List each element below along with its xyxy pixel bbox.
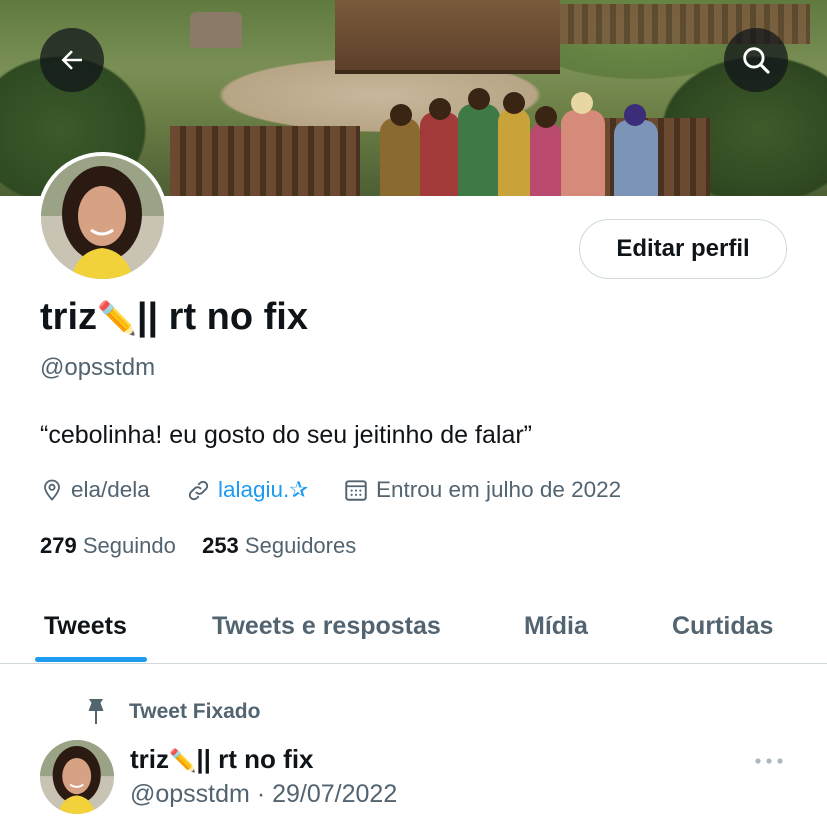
- tab-tweets-and-replies[interactable]: Tweets e respostas: [212, 590, 441, 662]
- location-text: ela/dela: [71, 477, 150, 502]
- pinned-label: Tweet Fixado: [129, 700, 261, 723]
- pencil-emoji: ✏️: [169, 748, 197, 773]
- profile-avatar[interactable]: [37, 152, 168, 283]
- profile-tabs: Tweets Tweets e respostas Mídia Curtidas: [0, 590, 827, 664]
- active-tab-indicator: [35, 657, 147, 662]
- tweet-meta: @opsstdm · 29/07/2022: [130, 780, 397, 809]
- location-pin-icon: [44, 479, 60, 501]
- tweet-author-handle[interactable]: @opsstdm: [130, 780, 250, 808]
- following-label: Seguindo: [82, 533, 176, 558]
- link-icon: [188, 480, 209, 500]
- calendar-icon: [345, 480, 367, 501]
- followers-link[interactable]: 253 Seguidores: [202, 533, 356, 558]
- tab-media[interactable]: Mídia: [524, 590, 588, 662]
- back-button[interactable]: [40, 28, 104, 92]
- profile-location: ela/dela: [40, 474, 150, 506]
- tweet-meta-separator: ·: [256, 780, 266, 808]
- banner-house: [335, 0, 560, 74]
- following-count: 279: [40, 533, 77, 558]
- edit-profile-button[interactable]: Editar perfil: [579, 219, 787, 279]
- banner-fence-left: [170, 126, 360, 196]
- avatar-image: [40, 740, 114, 814]
- followers-label: Seguidores: [244, 533, 357, 558]
- tweet-date[interactable]: 29/07/2022: [272, 780, 397, 808]
- author-name-suffix: || rt no fix: [196, 744, 314, 774]
- avatar-image: [41, 156, 164, 279]
- tweet-author-name[interactable]: triz✏️|| rt no fix: [130, 744, 314, 775]
- display-name-suffix: || rt no fix: [136, 296, 308, 338]
- pinned-tweet-header: Tweet Fixado: [84, 695, 260, 729]
- tweet-more-button[interactable]: [752, 752, 786, 775]
- search-icon: [743, 47, 770, 74]
- pencil-emoji: ✏️: [97, 300, 137, 336]
- profile-handle: @opsstdm: [40, 354, 156, 381]
- display-name-prefix: triz: [40, 296, 97, 338]
- tab-likes[interactable]: Curtidas: [672, 590, 773, 662]
- profile-display-name: triz✏️|| rt no fix: [40, 296, 308, 339]
- author-name-prefix: triz: [130, 744, 169, 774]
- tab-tweets[interactable]: Tweets: [44, 590, 127, 662]
- link-text[interactable]: lalagiu.✰: [218, 477, 308, 503]
- arrow-left-icon: [61, 50, 82, 70]
- more-dots-icon: [755, 758, 783, 764]
- following-link[interactable]: 279 Seguindo: [40, 533, 182, 558]
- joined-text: Entrou em julho de 2022: [376, 477, 622, 502]
- profile-counts: 279 Seguindo 253 Seguidores: [40, 533, 356, 559]
- search-button[interactable]: [724, 28, 788, 92]
- profile-link[interactable]: lalagiu.✰: [186, 474, 308, 506]
- profile-bio: “cebolinha! eu gosto do seu jeitinho de …: [40, 421, 532, 449]
- followers-count: 253: [202, 533, 239, 558]
- tweet-author-avatar[interactable]: [40, 740, 114, 814]
- pin-icon: [88, 699, 104, 724]
- profile-joined: Entrou em julho de 2022: [343, 474, 621, 506]
- banner-car: [190, 12, 242, 48]
